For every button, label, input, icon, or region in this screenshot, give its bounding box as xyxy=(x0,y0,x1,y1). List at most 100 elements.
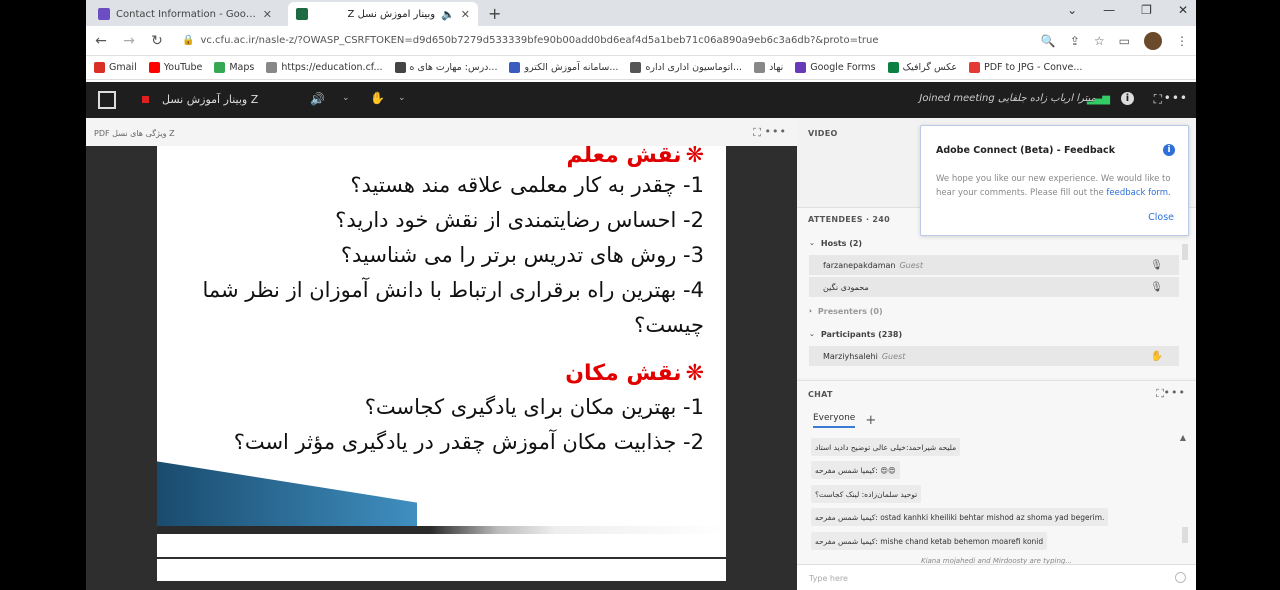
bookmark-item[interactable]: YouTube xyxy=(148,62,202,73)
chevron-down-icon: ⌄ xyxy=(809,239,815,247)
slide-heading: ❋نقش معلم xyxy=(184,146,704,168)
bookmark-icon xyxy=(630,62,642,73)
layout-icon[interactable] xyxy=(98,91,116,109)
chat-title: CHAT xyxy=(808,390,833,399)
raise-hand-icon[interactable]: ✋ xyxy=(370,91,385,105)
slide-decoration xyxy=(157,534,726,557)
feedback-body: We hope you like our new experience. We … xyxy=(936,172,1176,200)
emoji-icon[interactable] xyxy=(1175,572,1186,583)
share-pod: PDF ویژگی های نسل Z ⛶ ••• ❋نقش معلم 1- چ… xyxy=(86,118,797,590)
bookmark-icon xyxy=(795,62,807,73)
attendee-row[interactable]: محمودی نگین 🎙 xyxy=(809,277,1179,297)
bookmark-item[interactable]: درس: مهارت های ه... xyxy=(394,62,497,73)
microphone-muted-icon: 🎙 xyxy=(1150,281,1163,293)
slide-question: 2- احساس رضایتمندی از نقش خود دارید؟ xyxy=(335,208,704,232)
more-icon[interactable]: ••• xyxy=(765,125,787,138)
zoom-icon[interactable]: 🔍 xyxy=(1041,34,1056,48)
bookmark-label: https://education.cf... xyxy=(281,62,383,73)
address-bar: ← → ↻ 🔒 vc.cfu.ac.ir/nasle-z/?OWASP_CSRF… xyxy=(86,26,1196,56)
attendee-role: Guest xyxy=(899,260,923,270)
participants-group[interactable]: ⌄ Participants (238) xyxy=(809,324,1179,344)
bookmark-item[interactable]: Gmail xyxy=(94,62,137,73)
recording-icon xyxy=(142,96,149,103)
menu-icon[interactable]: ⋮ xyxy=(1176,34,1188,48)
fullscreen-icon[interactable]: ⛶ xyxy=(753,126,761,140)
chat-input[interactable]: Type here xyxy=(797,564,1196,590)
new-tab-icon[interactable]: + xyxy=(488,4,501,23)
slide: ❋نقش معلم 1- چقدر به کار معلمی علاقه مند… xyxy=(157,146,726,557)
scroll-up-icon[interactable]: ▲ xyxy=(1180,433,1186,442)
share-icon[interactable]: ⇪ xyxy=(1070,34,1080,48)
browser-tab-bar: Contact Information - Google Fo ✕ وبینار… xyxy=(86,0,1196,26)
hosts-group[interactable]: ⌄ Hosts (2) xyxy=(809,233,1179,253)
slide-question: 4- بهترین راه برقراری ارتباط با دانش آمو… xyxy=(202,278,704,337)
close-window-icon[interactable]: ✕ xyxy=(1178,3,1188,17)
restore-icon[interactable]: ❐ xyxy=(1141,3,1152,17)
sidepanel-icon[interactable]: ▭ xyxy=(1119,34,1130,48)
bookmark-item[interactable]: نهاد xyxy=(754,62,783,73)
close-icon[interactable]: ✕ xyxy=(461,8,470,21)
tab-webinar[interactable]: وبینار آموزش نسل Z 🔈 ✕ xyxy=(288,2,478,26)
bookmark-item[interactable]: https://education.cf... xyxy=(266,62,383,73)
room-name: وبینار آموزش نسل Z xyxy=(162,93,259,106)
bookmark-label: نهاد xyxy=(769,62,784,73)
attendee-row[interactable]: Marziyhsalehi Guest ✋ xyxy=(809,346,1179,366)
slide-heading: ❋نقش مکان xyxy=(184,361,704,386)
speaker-icon[interactable]: 🔊 xyxy=(310,92,325,106)
slide-area: ❋نقش معلم 1- چقدر به کار معلمی علاقه مند… xyxy=(86,146,797,590)
bookmark-item[interactable]: PDF to JPG - Conve... xyxy=(969,62,1082,73)
group-label: Hosts (2) xyxy=(820,238,863,248)
chat-tab-everyone[interactable]: Everyone xyxy=(813,413,856,428)
pdf-name: PDF ویژگی های نسل Z xyxy=(94,129,175,138)
back-icon[interactable]: ← xyxy=(94,33,108,49)
slide-question: 3- روش های تدریس برتر را می شناسید؟ xyxy=(340,243,704,267)
attendee-name: farzanepakdaman xyxy=(823,260,896,270)
bookmark-item[interactable]: عکس گرافیک xyxy=(887,62,957,73)
close-icon[interactable]: ✕ xyxy=(263,8,272,21)
meeting-toolbar: وبینار آموزش نسل Z 🔊 ⌄ ✋ ⌄ Joined meetin… xyxy=(86,82,1196,118)
add-chat-tab-icon[interactable]: + xyxy=(865,413,876,428)
chevron-down-icon[interactable]: ⌄ xyxy=(342,93,350,103)
attendee-name: Marziyhsalehi xyxy=(823,351,878,361)
chevron-down-icon[interactable]: ⌄ xyxy=(398,93,406,103)
bookmark-icon xyxy=(214,62,226,73)
flower-icon: ❋ xyxy=(685,361,704,386)
bookmark-item[interactable]: Google Forms xyxy=(795,62,876,73)
url-text: vc.cfu.ac.ir/nasle-z/?OWASP_CSRFTOKEN=d9… xyxy=(200,35,879,46)
url-input[interactable]: 🔒 vc.cfu.ac.ir/nasle-z/?OWASP_CSRFTOKEN=… xyxy=(178,30,1027,52)
close-button[interactable]: Close xyxy=(1148,212,1174,223)
chat-scrollbar[interactable] xyxy=(1182,527,1188,543)
bookmark-item[interactable]: اتوماسیون اداری اداره... xyxy=(630,62,742,73)
tab-contact-information[interactable]: Contact Information - Google Fo ✕ xyxy=(90,2,280,26)
bookmark-label: Google Forms xyxy=(810,62,876,73)
forward-icon[interactable]: → xyxy=(122,33,136,49)
slide-question: 1- بهترین مکان برای یادگیری کجاست؟ xyxy=(364,395,704,419)
attendee-row[interactable]: farzanepakdaman Guest 🎙 xyxy=(809,255,1179,275)
star-icon[interactable]: ☆ xyxy=(1094,34,1105,48)
chat-message: توحید سلمان‌زاده: لینک کجاست؟ xyxy=(811,485,922,503)
tab-search-icon[interactable]: ⌄ xyxy=(1067,3,1077,17)
bookmark-item[interactable]: سامانه آموزش الکترو... xyxy=(509,62,618,73)
bookmark-icon xyxy=(394,62,406,73)
lock-icon[interactable]: 🔒 xyxy=(182,35,194,46)
reload-icon[interactable]: ↻ xyxy=(150,33,164,49)
bookmark-label: Maps xyxy=(229,62,255,73)
bookmark-item[interactable]: Maps xyxy=(214,62,254,73)
audio-playing-icon[interactable]: 🔈 xyxy=(441,8,455,21)
attendees-title: ATTENDEES · 240 xyxy=(808,215,890,224)
fullscreen-icon[interactable]: ⛶ xyxy=(1154,92,1162,107)
heading-text: نقش معلم xyxy=(566,146,682,168)
heading-text: نقش مکان xyxy=(565,361,682,386)
presenters-group[interactable]: › Presenters (0) xyxy=(809,301,1179,321)
profile-avatar[interactable] xyxy=(1144,31,1162,50)
more-icon[interactable]: ••• xyxy=(1164,386,1186,399)
more-icon[interactable]: ••• xyxy=(1164,91,1188,105)
minimize-icon[interactable]: — xyxy=(1103,3,1115,17)
bookmark-label: Gmail xyxy=(109,62,137,73)
attendees-scrollbar[interactable] xyxy=(1182,244,1188,260)
feedback-form-link[interactable]: feedback form. xyxy=(1106,188,1170,198)
info-icon[interactable]: i xyxy=(1121,92,1134,105)
chat-message: کیمیا شمس مفرحه: mishe chand ketab behem… xyxy=(811,532,1048,550)
feedback-title: Adobe Connect (Beta) - Feedback xyxy=(936,145,1116,156)
group-label: Presenters (0) xyxy=(817,306,883,316)
